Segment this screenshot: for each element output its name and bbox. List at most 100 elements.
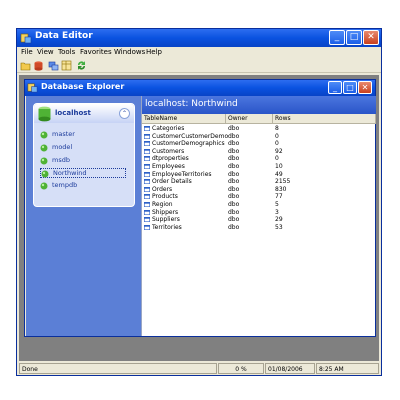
column-header-rows[interactable]: Rows [273, 114, 376, 124]
connect-icon[interactable] [48, 60, 59, 71]
cell-owner: dbo [228, 170, 240, 178]
maximize-icon: □ [346, 83, 354, 92]
server-card: localhost ⌃ master model msdb Northwind … [33, 103, 135, 207]
table-row[interactable]: dtproperties dbo 0 [142, 155, 376, 162]
db-item-msdb[interactable]: msdb [40, 156, 126, 166]
db-item-model[interactable]: model [40, 143, 126, 153]
child-close-button[interactable]: ✕ [358, 81, 372, 94]
cell-tablename: Orders [152, 185, 173, 193]
toolbar [17, 59, 381, 73]
refresh-icon[interactable] [76, 60, 87, 71]
cell-owner: dbo [228, 201, 240, 208]
minimize-icon: _ [333, 83, 337, 92]
maximize-button[interactable]: □ [346, 30, 362, 45]
server-icon [38, 106, 51, 122]
cell-tablename: Shippers [152, 208, 179, 216]
explorer-panel: localhost ⌃ master model msdb Northwind … [26, 96, 141, 336]
content-header: localhost: Northwind [142, 96, 376, 114]
cell-rows: 53 [275, 223, 283, 231]
table-icon [144, 224, 150, 230]
explorer-title: Database Explorer [41, 82, 125, 91]
table-row[interactable]: Suppliers dbo 29 [142, 216, 376, 223]
table-row[interactable]: Products dbo 77 [142, 193, 376, 200]
table-row[interactable]: CustomerDemographics dbo 0 [142, 140, 376, 147]
cell-tablename: CustomerCustomerDemo [152, 132, 229, 140]
minimize-button[interactable]: _ [329, 30, 345, 45]
cell-rows: 5 [275, 201, 279, 208]
column-header-tablename[interactable]: TableName [142, 114, 226, 124]
table-row[interactable]: EmployeeTerritories dbo 49 [142, 171, 376, 178]
menu-windows[interactable]: Windows [114, 48, 145, 56]
collapse-button[interactable]: ⌃ [119, 108, 130, 119]
cell-tablename: Categories [152, 125, 185, 132]
cell-owner: dbo [228, 140, 240, 148]
table-row[interactable]: Territories dbo 53 [142, 224, 376, 231]
child-minimize-button[interactable]: _ [328, 81, 342, 94]
mdi-workspace: Database Explorer _ □ ✕ localhost ⌃ mast… [19, 75, 379, 361]
database-explorer-window: Database Explorer _ □ ✕ localhost ⌃ mast… [24, 79, 376, 337]
db-item-northwind[interactable]: Northwind [40, 168, 126, 178]
table-row[interactable]: Customers dbo 92 [142, 148, 376, 155]
cell-tablename: EmployeeTerritories [152, 170, 212, 178]
status-date: 01/08/2006 [265, 363, 315, 374]
child-maximize-button[interactable]: □ [343, 81, 357, 94]
status-message: Done [19, 363, 217, 374]
table-row[interactable]: Categories dbo 8 [142, 125, 376, 132]
table-row[interactable]: Orders dbo 830 [142, 186, 376, 193]
app-titlebar[interactable]: Data Editor _ □ ✕ [17, 29, 381, 47]
menu-view[interactable]: View [37, 48, 54, 56]
cell-owner: dbo [228, 216, 240, 224]
menu-file[interactable]: File [21, 48, 33, 56]
table-icon [144, 202, 150, 207]
app-icon [20, 33, 32, 44]
menu-tools[interactable]: Tools [58, 48, 75, 56]
table-icon [144, 141, 150, 147]
cell-owner: dbo [228, 223, 240, 231]
cell-rows: 0 [275, 132, 279, 140]
table-list-panel: localhost: Northwind TableName Owner Row… [141, 96, 376, 336]
minimize-icon: _ [334, 32, 340, 42]
explorer-titlebar[interactable]: Database Explorer _ □ ✕ [25, 80, 375, 96]
cell-tablename: CustomerDemographics [152, 140, 225, 148]
database-icon[interactable] [33, 60, 44, 71]
db-item-tempdb[interactable]: tempdb [40, 181, 126, 191]
menu-favorites[interactable]: Favorites [80, 48, 112, 56]
cell-rows: 10 [275, 163, 283, 170]
cell-owner: dbo [228, 147, 240, 155]
db-item-master[interactable]: master [40, 130, 126, 140]
table-icon [144, 148, 150, 154]
cell-tablename: dtproperties [152, 155, 189, 163]
status-bar: Done 0 % 01/08/2006 8:25 AM [19, 363, 379, 374]
db-label: model [52, 143, 73, 151]
table-row[interactable]: Shippers dbo 3 [142, 209, 376, 216]
database-icon [40, 157, 48, 165]
cell-tablename: Employees [152, 163, 185, 170]
cell-owner: dbo [228, 132, 240, 140]
server-header[interactable]: localhost ⌃ [34, 104, 134, 123]
close-icon: ✕ [367, 32, 375, 42]
column-header-owner[interactable]: Owner [226, 114, 273, 124]
open-icon[interactable] [20, 60, 31, 71]
maximize-icon: □ [349, 32, 359, 42]
cell-tablename: Region [152, 201, 173, 208]
cell-rows: 830 [275, 185, 287, 193]
cell-owner: dbo [228, 208, 240, 216]
table-row[interactable]: Employees dbo 10 [142, 163, 376, 170]
cell-rows: 0 [275, 140, 279, 148]
menu-help[interactable]: Help [146, 48, 162, 56]
content-title: localhost: Northwind [145, 99, 238, 109]
table-row[interactable]: Order Details dbo 2155 [142, 178, 376, 185]
close-button[interactable]: ✕ [363, 30, 379, 45]
cell-tablename: Suppliers [152, 216, 180, 224]
database-icon [41, 170, 49, 178]
cell-tablename: Customers [152, 147, 185, 155]
table-row[interactable]: Region dbo 5 [142, 201, 376, 208]
table-row[interactable]: CustomerCustomerDemo dbo 0 [142, 133, 376, 140]
cell-rows: 49 [275, 170, 283, 178]
cell-rows: 3 [275, 208, 279, 216]
cell-owner: dbo [228, 163, 240, 170]
db-label: tempdb [52, 181, 78, 189]
table-icon [144, 179, 150, 185]
table-icon [144, 126, 150, 131]
tables-icon[interactable] [61, 60, 72, 71]
